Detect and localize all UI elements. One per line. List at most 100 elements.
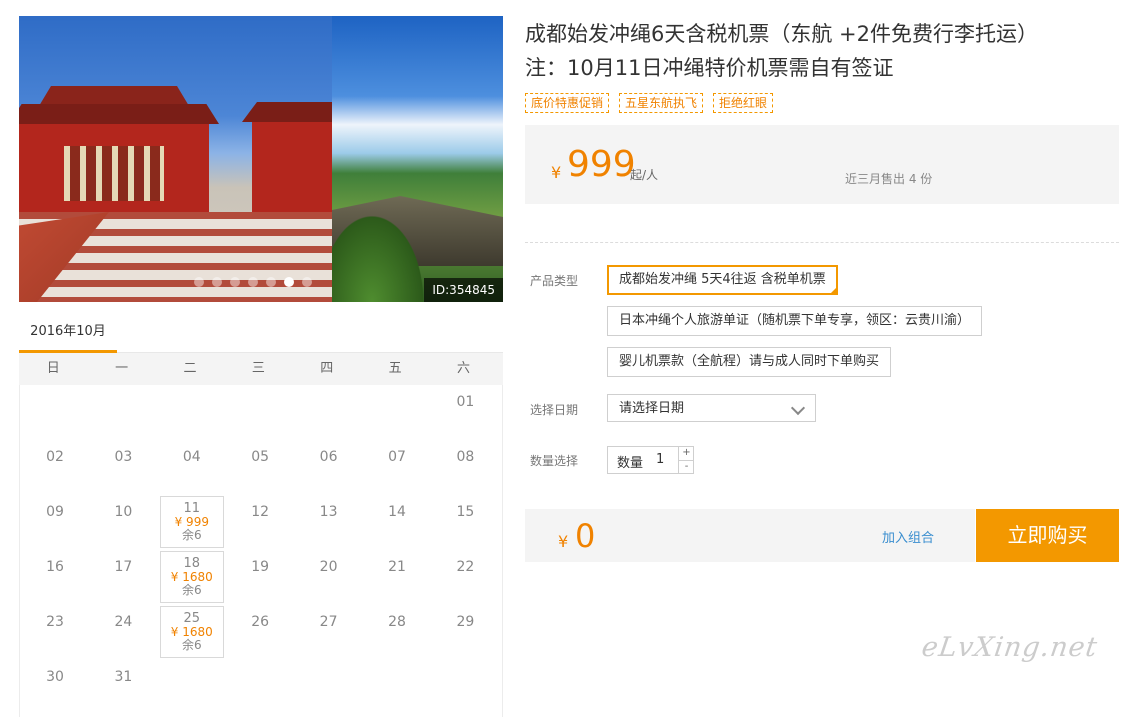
watermark-logo: eLvXing.net: [919, 632, 1100, 663]
weekday-label: 二: [183, 361, 197, 376]
day-number: 15: [456, 504, 475, 520]
day-number: 28: [388, 614, 406, 630]
calendar-day: 03: [91, 441, 155, 493]
calendar: 2016年10月 日 一 二 三 四 五 六 01 02 03 04 05 06 07 08 09 10 11 ¥…: [19, 318, 503, 717]
weekday-label: 四: [320, 361, 334, 376]
product-type-option-3[interactable]: 婴儿机票款（全航程）请与成人同时下单购买: [607, 347, 892, 377]
gallery-dot[interactable]: [284, 277, 294, 287]
date-select[interactable]: 请选择日期: [607, 394, 816, 422]
product-type-label: 产品类型: [530, 274, 579, 288]
calendar-day: 22: [433, 551, 497, 603]
selected-corner-icon: [828, 286, 838, 295]
day-number: 07: [388, 449, 406, 465]
calendar-day: 20: [297, 551, 361, 603]
gallery-image-side: [332, 16, 503, 302]
product-gallery[interactable]: ID:354845: [19, 16, 503, 302]
gallery-dots[interactable]: [194, 277, 312, 287]
day-number: 03: [114, 449, 133, 465]
day-number: 29: [456, 614, 475, 630]
day-number: 01: [456, 394, 475, 410]
promo-badge: 五星东航执飞: [619, 93, 704, 113]
day-number: 04: [182, 449, 201, 465]
gallery-dot[interactable]: [266, 277, 276, 287]
castle-illustration: [19, 86, 219, 216]
buy-now-button[interactable]: 立即购买: [976, 509, 1119, 562]
day-number: 16: [46, 559, 64, 575]
option-label: 成都始发冲绳 5天4往返 含税单机票: [619, 272, 826, 287]
gallery-dot[interactable]: [194, 277, 204, 287]
calendar-day-available[interactable]: 11 ¥ 999 余6: [159, 496, 224, 548]
day-number: 24: [114, 614, 133, 630]
promo-badge: 拒绝红眼: [713, 93, 774, 113]
price-currency: ¥: [551, 163, 562, 182]
weekday-label: 五: [388, 361, 402, 376]
option-label: 婴儿机票款（全航程）请与成人同时下单购买: [619, 354, 880, 369]
weekday-label: 一: [115, 361, 129, 376]
calendar-day: 05: [228, 441, 292, 493]
quantity-label: 数量选择: [530, 454, 579, 468]
decrement-button[interactable]: -: [679, 460, 694, 474]
date-select-value: 请选择日期: [619, 401, 685, 416]
total-value: 0: [575, 517, 596, 555]
calendar-day: 19: [228, 551, 292, 603]
day-number: 13: [319, 504, 338, 520]
calendar-day: 26: [228, 606, 292, 658]
day-number: 09: [46, 504, 64, 520]
day-number: 31: [114, 669, 133, 685]
day-number: 10: [114, 504, 133, 520]
gallery-dot[interactable]: [302, 277, 312, 287]
day-number: 05: [251, 449, 270, 465]
calendar-day: 04: [160, 441, 224, 493]
day-number: 12: [251, 504, 270, 520]
calendar-day: 08: [433, 441, 497, 493]
add-to-combo-link[interactable]: 加入组合: [882, 527, 934, 546]
increment-button[interactable]: +: [679, 447, 694, 460]
price-value: 999: [567, 144, 636, 185]
weekday-label: 三: [251, 361, 265, 376]
calendar-day: 14: [365, 496, 429, 548]
weekday-label: 日: [46, 361, 60, 376]
calendar-day: 28: [365, 606, 429, 658]
gallery-dot[interactable]: [248, 277, 258, 287]
day-number: 30: [46, 669, 64, 685]
day-number: 20: [319, 559, 338, 575]
calendar-day: 17: [91, 551, 155, 603]
day-number: 27: [319, 614, 338, 630]
quantity-value[interactable]: 1: [656, 452, 664, 467]
day-remaining: 余6: [181, 638, 202, 652]
calendar-day: 24: [91, 606, 155, 658]
calendar-day-available[interactable]: 25 ¥ 1680 余6: [159, 606, 224, 658]
calendar-day: 27: [297, 606, 361, 658]
price-unit: 起/人: [630, 168, 659, 182]
calendar-grid: 01 02 03 04 05 06 07 08 09 10 11 ¥ 999 余6 12 13 14 15 16 1…: [19, 385, 503, 717]
calendar-day-available[interactable]: 18 ¥ 1680 余6: [159, 551, 224, 603]
product-title: 成都始发冲绳6天含税机票（东航 +2件免费行李托运） 注：10月11日冲绳特价机…: [525, 17, 1115, 85]
total-currency: ¥: [558, 532, 569, 551]
day-number: 21: [388, 559, 406, 575]
product-type-option-1[interactable]: 成都始发冲绳 5天4往返 含税单机票: [607, 265, 838, 295]
product-title-line: 成都始发冲绳6天含税机票（东航 +2件免费行李托运）: [525, 22, 1038, 46]
day-remaining: 余6: [181, 583, 202, 597]
chevron-down-icon: [790, 400, 806, 416]
calendar-day: 30: [23, 661, 87, 713]
gallery-dot[interactable]: [212, 277, 222, 287]
day-number: 23: [46, 614, 64, 630]
calendar-day: 01: [433, 386, 497, 438]
quantity-stepper: 数量 1 + -: [607, 446, 694, 474]
day-number: 14: [388, 504, 406, 520]
gallery-dot[interactable]: [230, 277, 240, 287]
product-type-option-2[interactable]: 日本冲绳个人旅游单证（随机票下单专享，领区：云贵川渝）: [607, 306, 983, 336]
calendar-tabs: 2016年10月: [19, 318, 503, 353]
promo-badge: 底价特惠促销: [525, 93, 610, 113]
product-badges: 底价特惠促销 五星东航执飞 拒绝红眼: [525, 93, 774, 113]
quantity-inner-label: 数量: [617, 456, 644, 471]
calendar-day: 31: [91, 661, 155, 713]
calendar-day: 23: [23, 606, 87, 658]
calendar-month-tab[interactable]: 2016年10月: [19, 318, 117, 353]
price-box: ¥ 999 起/人 近三月售出 4 份: [525, 125, 1119, 204]
day-number: 25: [183, 611, 201, 626]
day-number: 11: [183, 501, 201, 516]
calendar-weekday-header: 日一二三四五六: [19, 353, 503, 385]
calendar-day: 15: [433, 496, 497, 548]
option-label: 日本冲绳个人旅游单证（随机票下单专享，领区：云贵川渝）: [619, 313, 971, 328]
